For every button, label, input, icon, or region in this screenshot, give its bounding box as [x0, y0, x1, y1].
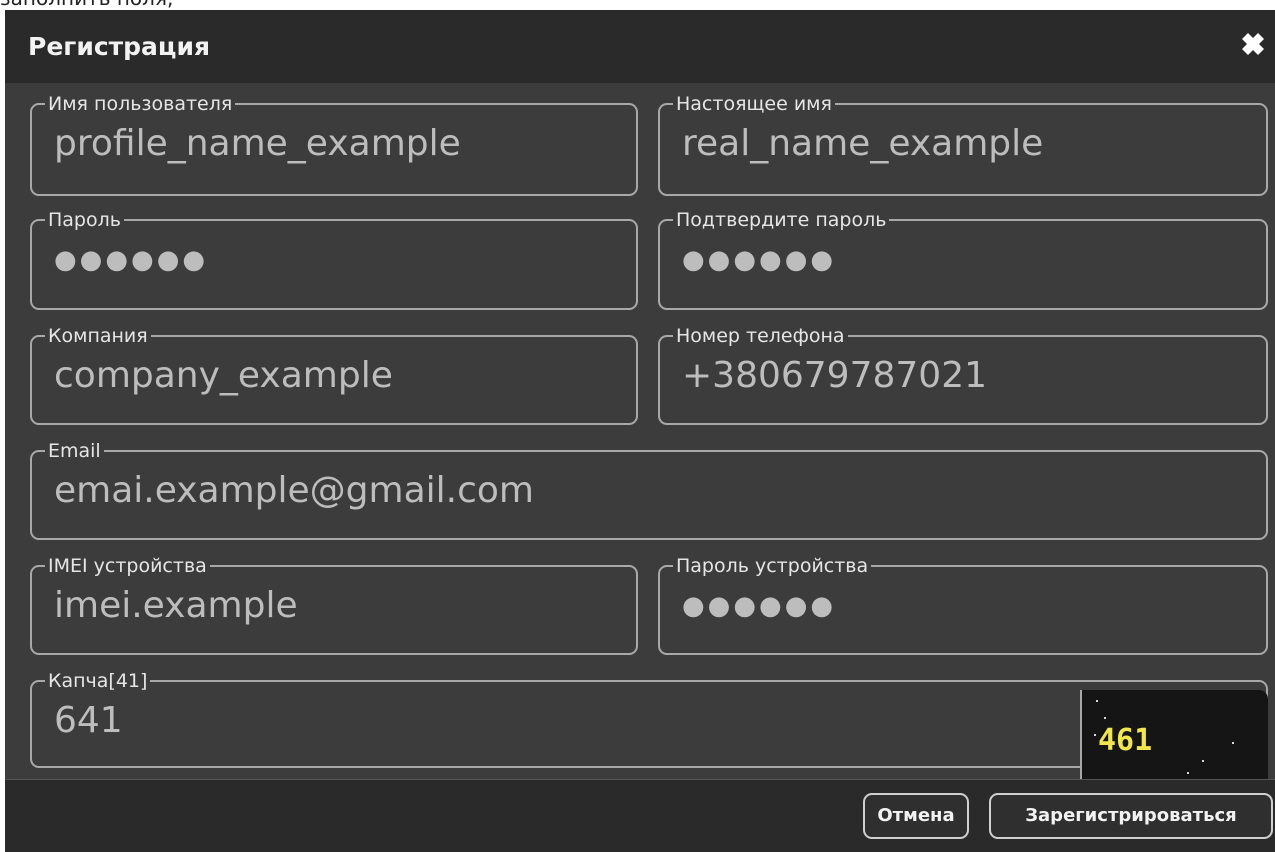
dialog-title: Регистрация: [28, 32, 211, 61]
password-input[interactable]: ●●●●●●: [54, 245, 636, 275]
close-icon[interactable]: [1233, 24, 1273, 64]
captcha-image: 461: [1080, 690, 1268, 786]
registration-dialog: Регистрация Имя пользователя profile_nam…: [5, 10, 1275, 852]
device-password-label: Пароль устройства: [676, 555, 869, 577]
phone-label: Номер телефона: [676, 325, 845, 347]
device-password-field[interactable]: Пароль устройства ●●●●●●: [658, 555, 1268, 655]
captcha-label: Капча[41]: [48, 670, 148, 692]
noise-dot: [1202, 760, 1204, 762]
confirm-password-field[interactable]: Подтвердите пароль ●●●●●●: [658, 209, 1268, 310]
username-field[interactable]: Имя пользователя profile_name_example: [30, 93, 638, 196]
confirm-password-label: Подтвердите пароль: [676, 209, 887, 231]
noise-dot: [1096, 700, 1098, 702]
confirm-password-input[interactable]: ●●●●●●: [682, 245, 1266, 275]
top-cut-text: заполнить поля,: [0, 0, 173, 10]
imei-label: IMEI устройства: [48, 555, 207, 577]
real-name-field[interactable]: Настоящее имя real_name_example: [658, 93, 1268, 196]
username-input[interactable]: profile_name_example: [54, 123, 636, 165]
email-field[interactable]: Email emai.example@gmail.com: [30, 440, 1268, 540]
cancel-button[interactable]: Отмена: [863, 793, 969, 839]
phone-field[interactable]: Номер телефона +380679787021: [658, 325, 1268, 425]
email-input[interactable]: emai.example@gmail.com: [54, 470, 1266, 512]
noise-dot: [1187, 772, 1189, 774]
company-field[interactable]: Компания company_example: [30, 325, 638, 425]
real-name-label: Настоящее имя: [676, 93, 832, 115]
company-input[interactable]: company_example: [54, 355, 636, 397]
email-label: Email: [48, 440, 101, 462]
password-field[interactable]: Пароль ●●●●●●: [30, 209, 638, 310]
device-password-input[interactable]: ●●●●●●: [682, 591, 1266, 621]
dialog-header: Регистрация: [5, 10, 1275, 83]
dialog-footer: Отмена Зарегистрироваться: [5, 779, 1275, 852]
captcha-code: 461: [1098, 723, 1153, 758]
imei-input[interactable]: imei.example: [54, 585, 636, 627]
username-label: Имя пользователя: [48, 93, 233, 115]
password-label: Пароль: [48, 209, 121, 231]
noise-dot: [1094, 734, 1096, 736]
real-name-input[interactable]: real_name_example: [682, 123, 1266, 165]
captcha-field[interactable]: Капча[41] 641 461: [30, 670, 1268, 786]
noise-dot: [1104, 717, 1106, 719]
noise-dot: [1232, 742, 1234, 744]
phone-input[interactable]: +380679787021: [682, 355, 1266, 397]
register-button[interactable]: Зарегистрироваться: [989, 793, 1273, 839]
company-label: Компания: [48, 325, 148, 347]
imei-field[interactable]: IMEI устройства imei.example: [30, 555, 638, 655]
